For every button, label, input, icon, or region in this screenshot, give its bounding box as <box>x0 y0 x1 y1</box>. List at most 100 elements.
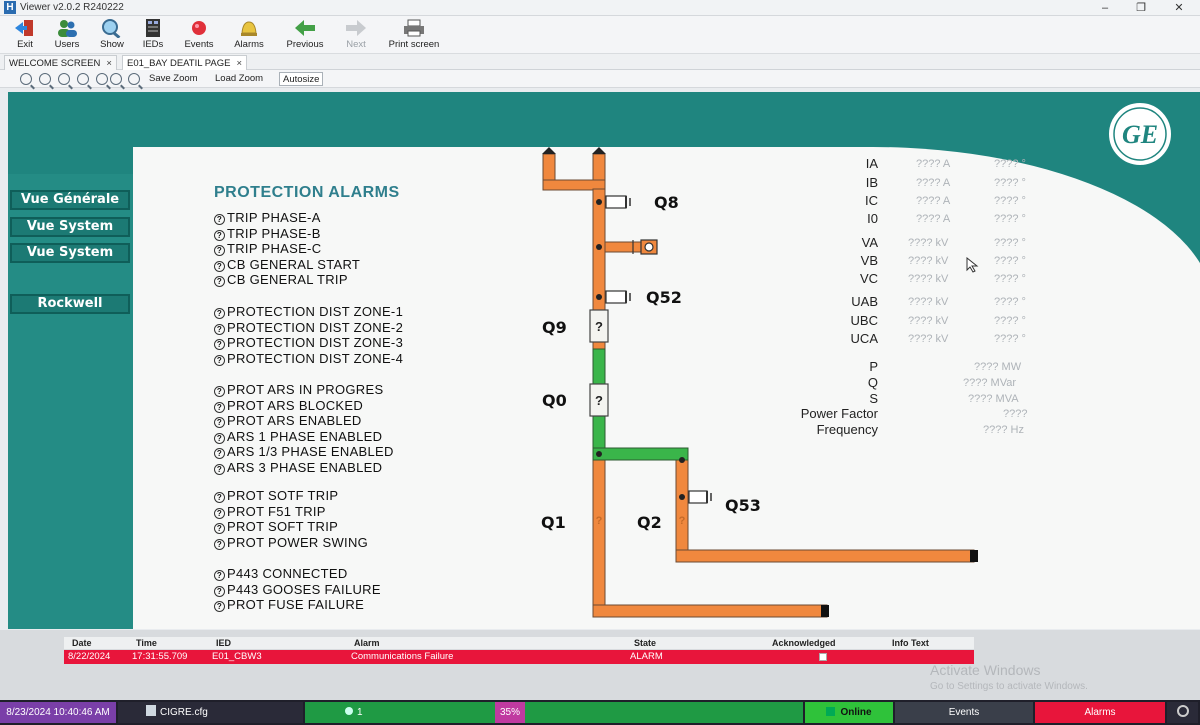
exit-button[interactable]: Exit <box>2 18 48 52</box>
zoom-window-icon[interactable] <box>58 73 70 85</box>
unknown-state-icon: ? <box>595 319 603 334</box>
autosize-button[interactable]: Autosize <box>279 72 324 86</box>
meas-value-ia: ???? A <box>916 158 951 170</box>
title-bar: H Viewer v2.0.2 R240222 – ❐ ✕ <box>0 0 1200 16</box>
show-icon <box>102 19 121 38</box>
users-button[interactable]: Users <box>44 18 90 52</box>
earth-switch-q8[interactable] <box>605 195 627 209</box>
meas-label-uca: UCA <box>850 331 878 346</box>
zoom-reset-icon[interactable] <box>128 73 140 85</box>
save-zoom-button[interactable]: Save Zoom <box>146 72 201 86</box>
alarm-table-header: Date Time IED Alarm State Acknowledged I… <box>64 637 974 649</box>
column-header-info-text[interactable]: Info Text <box>892 637 929 649</box>
disconnector-q2[interactable]: ? <box>679 515 686 527</box>
earth-switch-q52[interactable] <box>605 290 627 304</box>
show-button[interactable]: Show <box>89 18 135 52</box>
line-q2 <box>675 549 975 563</box>
events-icon <box>192 21 206 35</box>
acknowledge-checkbox[interactable] <box>819 653 827 661</box>
close-tab-icon[interactable]: × <box>106 58 112 69</box>
junction-dot <box>596 451 602 457</box>
status-alarms-button[interactable]: Alarms <box>1035 702 1165 723</box>
q52-label: Q52 <box>646 288 682 307</box>
column-header-date[interactable]: Date <box>72 637 92 649</box>
meas-value-va: ???? kV <box>908 237 949 249</box>
column-header-time[interactable]: Time <box>136 637 157 649</box>
activate-windows-hint: Go to Settings to activate Windows. <box>930 681 1088 692</box>
zoom-in-icon[interactable] <box>20 73 32 85</box>
meas-angle-ubc: ???? ° <box>994 315 1026 327</box>
users-icon <box>58 20 77 37</box>
status-events-button[interactable]: Events <box>895 702 1033 723</box>
meas-value-ubc: ???? kV <box>908 315 949 327</box>
disconnector-q1[interactable]: ? <box>596 515 603 527</box>
tab-welcome-screen[interactable]: WELCOME SCREEN × <box>4 55 117 70</box>
load-zoom-button[interactable]: Load Zoom <box>212 72 266 86</box>
meas-value-ib: ???? A <box>916 177 951 189</box>
close-window-button[interactable]: ✕ <box>1164 0 1194 16</box>
q53-label: Q53 <box>725 496 761 515</box>
next-button[interactable]: Next <box>333 18 379 52</box>
printer-icon <box>404 19 424 37</box>
meas-angle-ib: ???? ° <box>994 177 1026 189</box>
junction-dot <box>596 294 602 300</box>
meas-label-ic: IC <box>865 193 878 208</box>
alarms-button[interactable]: Alarms <box>226 18 272 52</box>
meas-angle-i0: ???? ° <box>994 213 1026 225</box>
tab-bay-detail-page[interactable]: E01_BAY DEATIL PAGE × <box>122 55 248 70</box>
status-config: CIGRE.cfg <box>118 702 303 723</box>
meas-angle-uab: ???? ° <box>994 296 1026 308</box>
minimize-button[interactable]: – <box>1090 0 1120 16</box>
meas-label-ia: IA <box>865 156 878 171</box>
energized-bus <box>592 447 689 461</box>
column-header-alarm[interactable]: Alarm <box>354 637 380 649</box>
ieds-button[interactable]: IEDs <box>130 18 176 52</box>
meas-label-q: Q <box>867 375 878 390</box>
q9-label: Q9 <box>542 318 567 337</box>
meas-label-s: S <box>869 391 878 406</box>
status-settings-icon[interactable] <box>1167 702 1198 723</box>
meas-value-vb: ???? kV <box>908 255 949 267</box>
junction-dot <box>679 457 685 463</box>
meas-value-i0: ???? A <box>916 213 951 225</box>
meas-value-frequency: ???? Hz <box>983 424 1024 436</box>
alarms-icon <box>241 21 257 36</box>
table-row[interactable]: 8/22/2024 17:31:55.709 E01_CBW3 Communic… <box>64 650 974 664</box>
earth-switch-q53[interactable] <box>688 490 708 504</box>
line-end-q1 <box>821 605 829 617</box>
feeder-q2 <box>675 457 689 561</box>
previous-button[interactable]: Previous <box>282 18 328 52</box>
meas-angle-uca: ???? ° <box>994 333 1026 345</box>
line-end-q2 <box>970 550 978 562</box>
meas-angle-ia: ???? ° <box>994 158 1026 170</box>
zoom-fit-icon[interactable] <box>96 73 108 85</box>
unknown-state-icon: ? <box>595 393 603 408</box>
bay-detail-canvas: Vue Générale Vue System Vue System Rockw… <box>8 92 1200 629</box>
zoom-previous-icon[interactable] <box>77 73 89 85</box>
maximize-button[interactable]: ❐ <box>1126 0 1156 16</box>
meas-value-power-factor: ???? <box>1003 408 1028 420</box>
meas-value-s: ???? MVA <box>968 393 1019 405</box>
junction-dot <box>679 494 685 500</box>
column-header-state[interactable]: State <box>634 637 656 649</box>
zoom-pan-icon[interactable] <box>110 73 122 85</box>
meas-label-power-factor: Power Factor <box>800 406 878 421</box>
events-button[interactable]: Events <box>176 18 222 52</box>
junction-dot <box>596 199 602 205</box>
close-tab-icon[interactable]: × <box>237 58 243 69</box>
cell-date: 8/22/2024 <box>68 651 111 662</box>
column-header-ied[interactable]: IED <box>216 637 231 649</box>
zoom-out-icon[interactable] <box>39 73 51 85</box>
next-arrow-icon <box>346 20 366 36</box>
tab-bar: WELCOME SCREEN × E01_BAY DEATIL PAGE × <box>0 54 1200 70</box>
cell-ied: E01_CBW3 <box>212 651 262 662</box>
meas-label-i0: I0 <box>867 211 878 226</box>
column-header-acknowledged[interactable]: Acknowledged <box>772 637 836 649</box>
meas-label-vc: VC <box>859 271 878 286</box>
config-file-icon <box>146 705 156 716</box>
meas-angle-ic: ???? ° <box>994 195 1026 207</box>
activate-windows-watermark: Activate Windows <box>930 662 1041 678</box>
main-toolbar: Exit Users Show IEDs Events Alarms Previ… <box>0 16 1200 54</box>
cell-alarm: Communications Failure <box>351 651 454 662</box>
print-screen-button[interactable]: Print screen <box>384 18 444 52</box>
